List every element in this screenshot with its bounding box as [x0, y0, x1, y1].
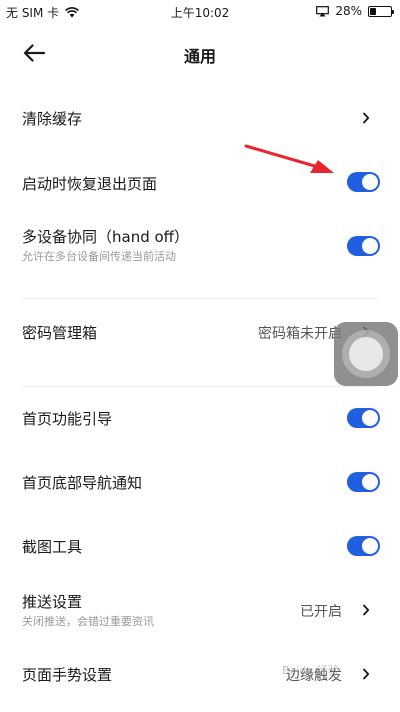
setting-title: 页面手势设置 — [22, 666, 113, 684]
bottom-nav-notice-toggle[interactable] — [347, 472, 380, 492]
setting-bottom-nav-notice: 首页底部导航通知 — [0, 460, 400, 504]
nav-bar: 通用 — [0, 30, 400, 76]
chevron-right-icon — [360, 667, 372, 681]
battery-fill — [370, 7, 376, 15]
toggle-knob — [362, 238, 378, 254]
assistive-touch-button[interactable] — [334, 322, 398, 386]
status-right: 28% — [316, 4, 394, 18]
setting-title: 截图工具 — [22, 538, 83, 556]
setting-title: 密码管理箱 — [22, 324, 98, 342]
setting-restore-pages: 启动时恢复退出页面 — [0, 160, 400, 204]
assistive-touch-core — [349, 337, 383, 371]
handoff-toggle[interactable] — [347, 236, 380, 256]
restore-pages-toggle[interactable] — [347, 172, 380, 192]
setting-title: 多设备协同（hand off） — [22, 228, 190, 246]
setting-value: 边缘触发 — [286, 668, 342, 684]
home-guide-toggle[interactable] — [347, 408, 380, 428]
setting-subtitle: 允许在多台设备间传递当前活动 — [22, 250, 176, 263]
battery-percent: 28% — [335, 4, 362, 18]
section-divider — [22, 298, 378, 299]
airplay-icon — [316, 5, 330, 16]
setting-value: 密码箱未开启 — [258, 326, 342, 342]
toggle-knob — [362, 474, 378, 490]
screenshot-tool-toggle[interactable] — [347, 536, 380, 556]
setting-value: 已开启 — [300, 604, 342, 620]
toggle-knob — [362, 174, 378, 190]
setting-gesture[interactable]: 页面手势设置 边缘触发 — [0, 652, 400, 696]
setting-title: 首页功能引导 — [22, 410, 113, 428]
chevron-right-icon — [360, 111, 372, 125]
back-button[interactable] — [20, 40, 48, 66]
toggle-knob — [362, 538, 378, 554]
setting-title: 首页底部导航通知 — [22, 474, 143, 492]
setting-title: 清除缓存 — [22, 110, 83, 128]
setting-title: 推送设置 — [22, 593, 83, 611]
setting-home-guide: 首页功能引导 — [0, 396, 400, 440]
toggle-knob — [362, 410, 378, 426]
setting-subtitle: 关闭推送，会错过重要资讯 — [22, 615, 154, 628]
setting-push[interactable]: 推送设置 关闭推送，会错过重要资讯 已开启 — [0, 588, 400, 640]
setting-handoff: 多设备协同（hand off） 允许在多台设备间传递当前活动 — [0, 222, 400, 274]
page-title: 通用 — [183, 47, 216, 66]
status-bar: 无 SIM 卡 上午10:02 28% — [0, 0, 400, 24]
chevron-right-icon — [360, 603, 372, 617]
arrow-left-icon — [23, 44, 45, 62]
setting-screenshot-tool: 截图工具 — [0, 524, 400, 568]
section-divider — [22, 386, 378, 387]
battery-icon — [368, 5, 394, 17]
setting-title: 启动时恢复退出页面 — [22, 175, 158, 193]
setting-clear-cache[interactable]: 清除缓存 — [0, 96, 400, 140]
